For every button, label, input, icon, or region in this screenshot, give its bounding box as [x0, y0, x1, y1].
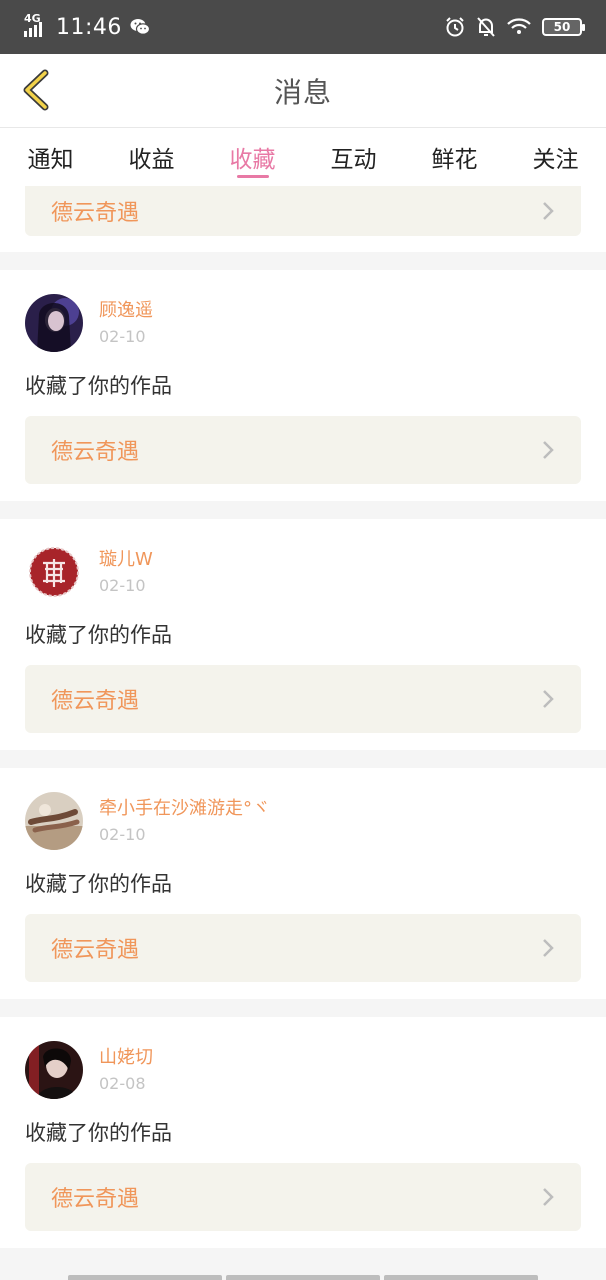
chevron-right-icon — [543, 690, 554, 708]
tab-earnings[interactable]: 收益 — [101, 128, 202, 186]
message-card: 牵小手在沙滩游走°ヾ 02-10 收藏了你的作品 德云奇遇 — [0, 768, 606, 999]
user-row: 顾逸遥 02-10 — [25, 294, 581, 352]
cellular-signal-icon: 4G — [24, 13, 48, 37]
tab-notifications[interactable]: 通知 — [0, 128, 101, 186]
alarm-icon — [446, 17, 464, 37]
tab-bar: 通知 收益 收藏 互动 鲜花 关注 — [0, 128, 606, 186]
status-time: 11:46 — [56, 14, 122, 40]
work-title: 德云奇遇 — [51, 440, 140, 465]
work-title: 德云奇遇 — [51, 1187, 140, 1212]
status-right: 50 — [444, 16, 585, 38]
bottom-navigation-hint — [0, 1275, 606, 1280]
message-card: 德云奇遇 — [0, 186, 606, 252]
avatar[interactable] — [25, 294, 83, 352]
work-link[interactable]: 德云奇遇 — [25, 416, 581, 484]
work-link[interactable]: 德云奇遇 — [25, 665, 581, 733]
action-text: 收藏了你的作品 — [25, 623, 172, 647]
work-title: 德云奇遇 — [51, 689, 140, 714]
page-title: 消息 — [273, 75, 332, 109]
wifi-icon — [507, 18, 531, 34]
action-text: 收藏了你的作品 — [25, 872, 172, 896]
message-card: 璇儿W 02-10 收藏了你的作品 德云奇遇 — [0, 519, 606, 750]
user-meta: 山姥切 02-08 — [99, 1041, 153, 1095]
username[interactable]: 山姥切 — [99, 1047, 153, 1069]
nav-hint-bar — [68, 1275, 222, 1280]
username[interactable]: 牵小手在沙滩游走°ヾ — [99, 798, 270, 820]
work-link[interactable]: 德云奇遇 — [25, 914, 581, 982]
status-left: 4G 11:46 — [24, 13, 150, 40]
work-title: 德云奇遇 — [51, 201, 140, 226]
username[interactable]: 顾逸遥 — [99, 300, 153, 322]
user-row: 璇儿W 02-10 — [25, 543, 581, 601]
username[interactable]: 璇儿W — [99, 549, 153, 571]
user-row: 牵小手在沙滩游走°ヾ 02-10 — [25, 792, 581, 850]
post-date: 02-10 — [99, 576, 146, 595]
avatar[interactable] — [25, 543, 83, 601]
nav-hint-bar — [384, 1275, 538, 1280]
user-meta: 顾逸遥 02-10 — [99, 294, 153, 348]
chevron-right-icon — [543, 939, 554, 957]
chevron-right-icon — [543, 441, 554, 459]
tab-interactions[interactable]: 互动 — [303, 128, 404, 186]
tab-flowers[interactable]: 鲜花 — [404, 128, 505, 186]
avatar[interactable] — [25, 1041, 83, 1099]
action-text: 收藏了你的作品 — [25, 374, 172, 398]
action-text: 收藏了你的作品 — [25, 1121, 172, 1145]
chevron-right-icon — [543, 202, 554, 220]
battery-level: 50 — [553, 20, 571, 34]
tab-favorites[interactable]: 收藏 — [202, 128, 303, 186]
chevron-right-icon — [543, 1188, 554, 1206]
tab-follows[interactable]: 关注 — [505, 128, 606, 186]
post-date: 02-10 — [99, 327, 146, 346]
nav-header: 消息 — [0, 54, 606, 128]
nav-hint-bar — [226, 1275, 380, 1280]
user-meta: 牵小手在沙滩游走°ヾ 02-10 — [99, 792, 270, 846]
message-card: 山姥切 02-08 收藏了你的作品 德云奇遇 — [0, 1017, 606, 1248]
notifications-off-icon — [477, 17, 495, 37]
avatar[interactable] — [25, 792, 83, 850]
battery-indicator: 50 — [542, 18, 585, 36]
user-row: 山姥切 02-08 — [25, 1041, 581, 1099]
back-button[interactable] — [14, 68, 58, 112]
user-meta: 璇儿W 02-10 — [99, 543, 153, 597]
message-card: 顾逸遥 02-10 收藏了你的作品 德云奇遇 — [0, 270, 606, 501]
post-date: 02-10 — [99, 825, 146, 844]
work-link[interactable]: 德云奇遇 — [25, 186, 581, 236]
wechat-icon — [130, 19, 150, 35]
work-title: 德云奇遇 — [51, 938, 140, 963]
work-link[interactable]: 德云奇遇 — [25, 1163, 581, 1231]
back-arrow-icon — [23, 69, 49, 111]
post-date: 02-08 — [99, 1074, 146, 1093]
message-list[interactable]: 德云奇遇 顾逸遥 02-10 收藏了你的作品 德云奇遇 璇儿W 02-10 收藏… — [0, 186, 606, 1280]
status-bar: 4G 11:46 50 — [0, 0, 606, 54]
